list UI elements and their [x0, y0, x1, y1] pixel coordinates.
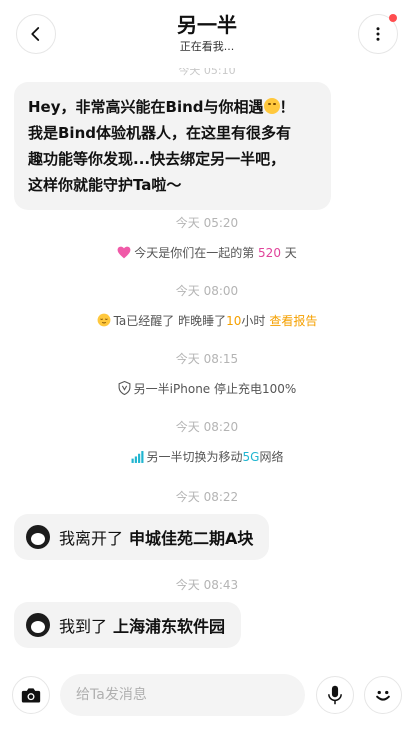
- smile-icon: [376, 690, 390, 701]
- arrive-location-bubble: 我到了 上海浦东软件园: [14, 602, 242, 648]
- title-block: 另一半 正在看我...: [80, 12, 334, 54]
- leave-location-bubble: 我离开了 申城佳苑二期A块: [14, 514, 270, 560]
- network-event: 另一半切换为移动5G网络: [0, 448, 414, 465]
- intro-message-bubble: Hey，非常高兴能在Bind与你相遇！ 我是Bind体验机器人，在这里有很多有 …: [14, 82, 331, 210]
- chat-header: 另一半 正在看我...: [0, 0, 414, 68]
- more-vertical-icon: [376, 27, 380, 41]
- avatar: [26, 613, 50, 637]
- message-input[interactable]: [60, 674, 305, 716]
- intro-line1-end: ！: [279, 98, 295, 116]
- avatar: [26, 525, 50, 549]
- anniversary-event: 今天是你们在一起的第 520 天: [0, 244, 414, 261]
- emoji-button[interactable]: [364, 676, 402, 714]
- leave-place: 申城佳苑二期A块: [129, 529, 254, 548]
- chevron-left-icon: [31, 27, 40, 41]
- smile-emoji-icon: [263, 98, 280, 114]
- arrive-text: 我到了: [59, 617, 108, 636]
- timestamp: 今天 08:15: [175, 352, 239, 366]
- chat-screen: 另一半 正在看我... 今天 05:10 Hey，非常高兴能在Bind与你相遇 ！…: [0, 0, 414, 736]
- input-bar: [0, 658, 414, 736]
- signal-bars-icon: [131, 451, 143, 463]
- page-title: 另一半: [177, 13, 237, 37]
- intro-line1: Hey，非常高兴能在Bind与你相遇: [28, 98, 264, 116]
- heart-icon: [117, 246, 131, 259]
- timestamp: 今天 05:20: [175, 216, 239, 230]
- arrive-place: 上海浦东软件园: [113, 617, 226, 636]
- sleep-hours: 10: [226, 314, 242, 328]
- camera-icon: [21, 688, 41, 703]
- camera-button[interactable]: [12, 676, 50, 714]
- leave-text: 我离开了: [59, 529, 124, 548]
- shield-icon: [118, 381, 131, 395]
- partner-status: 正在看我...: [179, 40, 235, 53]
- notification-dot: [389, 14, 397, 22]
- timestamp: 今天 08:20: [175, 420, 239, 434]
- timestamp: 今天 08:00: [175, 284, 239, 298]
- intro-line4: 这样你就能守护Ta啦～: [28, 176, 182, 194]
- sleepy-face-icon: [97, 313, 110, 327]
- message-list[interactable]: 今天 05:10 Hey，非常高兴能在Bind与你相遇 ！ 我是Bind体验机器人…: [0, 68, 414, 658]
- microphone-icon: [328, 685, 342, 705]
- charging-event: 另一半iPhone 停止充电100%: [0, 380, 414, 397]
- network-type: 5G: [242, 450, 260, 464]
- view-report-link[interactable]: 查看报告: [269, 314, 317, 328]
- timestamp: 今天 08:43: [175, 578, 239, 592]
- sleep-event: Ta已经醒了 昨晚睡了10小时 查看报告: [0, 312, 414, 329]
- intro-line3: 趣功能等你发现...快去绑定另一半吧，: [28, 150, 286, 168]
- days-count: 520: [258, 246, 281, 260]
- back-button[interactable]: [16, 14, 56, 54]
- timestamp-partial: 今天 05:10: [178, 68, 236, 77]
- timestamp: 今天 08:22: [175, 490, 239, 504]
- voice-button[interactable]: [316, 676, 354, 714]
- intro-line2: 我是Bind体验机器人，在这里有很多有: [28, 124, 291, 142]
